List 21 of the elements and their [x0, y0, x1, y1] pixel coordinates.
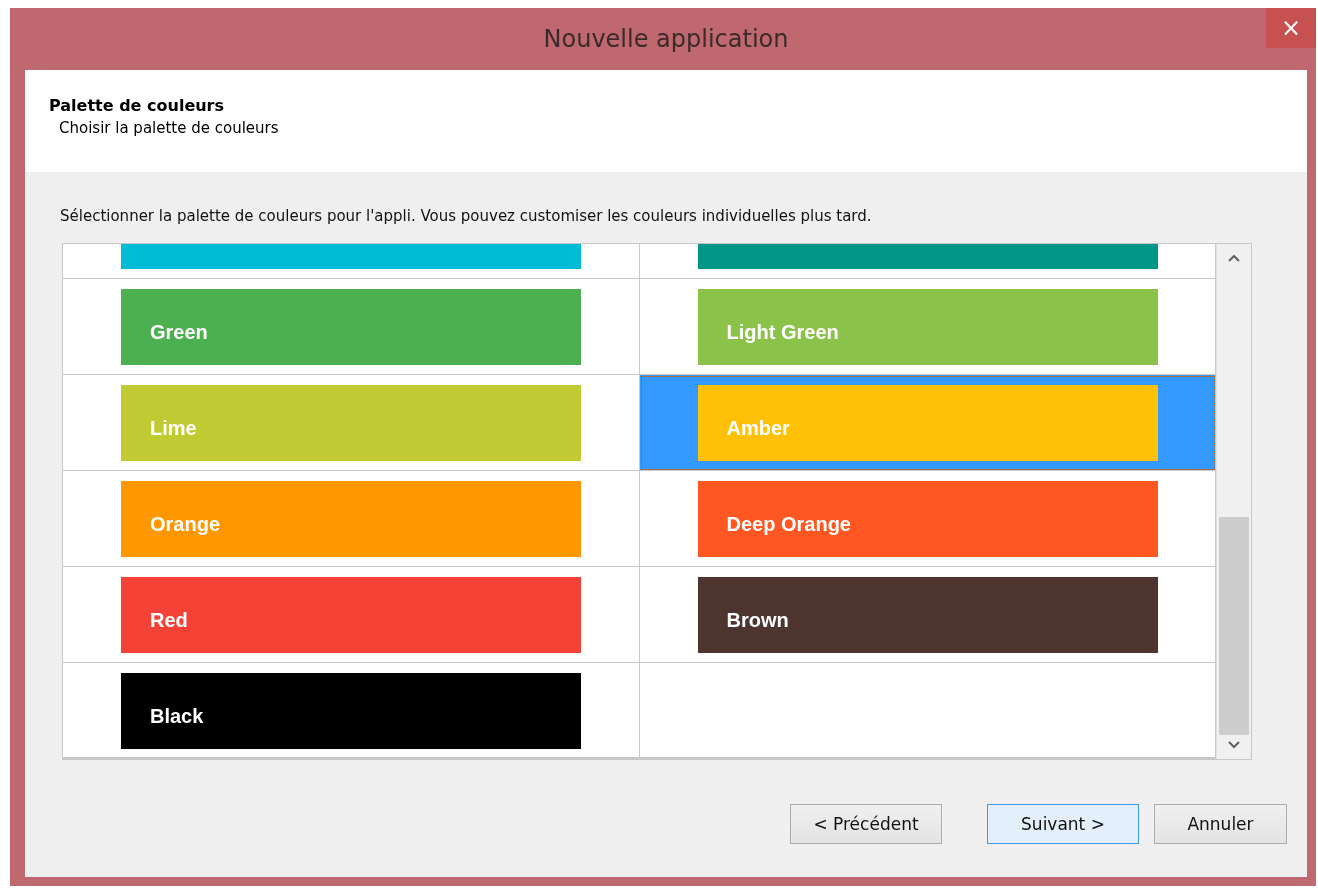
scrollbar-thumb[interactable] — [1219, 517, 1249, 735]
palette-name: Orange — [150, 513, 221, 536]
palette-name: Green — [150, 321, 208, 344]
palette-name: Light Green — [726, 321, 839, 344]
page-title: Palette de couleurs — [49, 96, 226, 115]
wizard-button[interactable]: Suivant > — [987, 804, 1139, 844]
scrollbar[interactable] — [1216, 244, 1251, 759]
palette-name: Deep Orange — [726, 513, 851, 536]
palette-name: Lime — [150, 417, 197, 440]
instruction-text: Sélectionner la palette de couleurs pour l'appli. Vous pouvez customiser les couleurs individuelles plus tard. — [60, 207, 873, 225]
wizard-button[interactable]: Annuler — [1154, 804, 1287, 844]
page-subtitle: Choisir la palette de couleurs — [59, 119, 280, 137]
wizard-button[interactable]: < Précédent — [790, 804, 942, 844]
window-title: Nouvelle application — [543, 25, 789, 53]
palette-name: Red — [150, 609, 188, 632]
close-button[interactable]: × — [1266, 8, 1316, 48]
scroll-up-icon[interactable] — [1228, 254, 1240, 262]
palette-name: Brown — [726, 609, 789, 632]
palette-name: Black — [150, 705, 204, 728]
scroll-down-icon[interactable] — [1228, 741, 1240, 749]
palette-name: Amber — [726, 417, 790, 440]
